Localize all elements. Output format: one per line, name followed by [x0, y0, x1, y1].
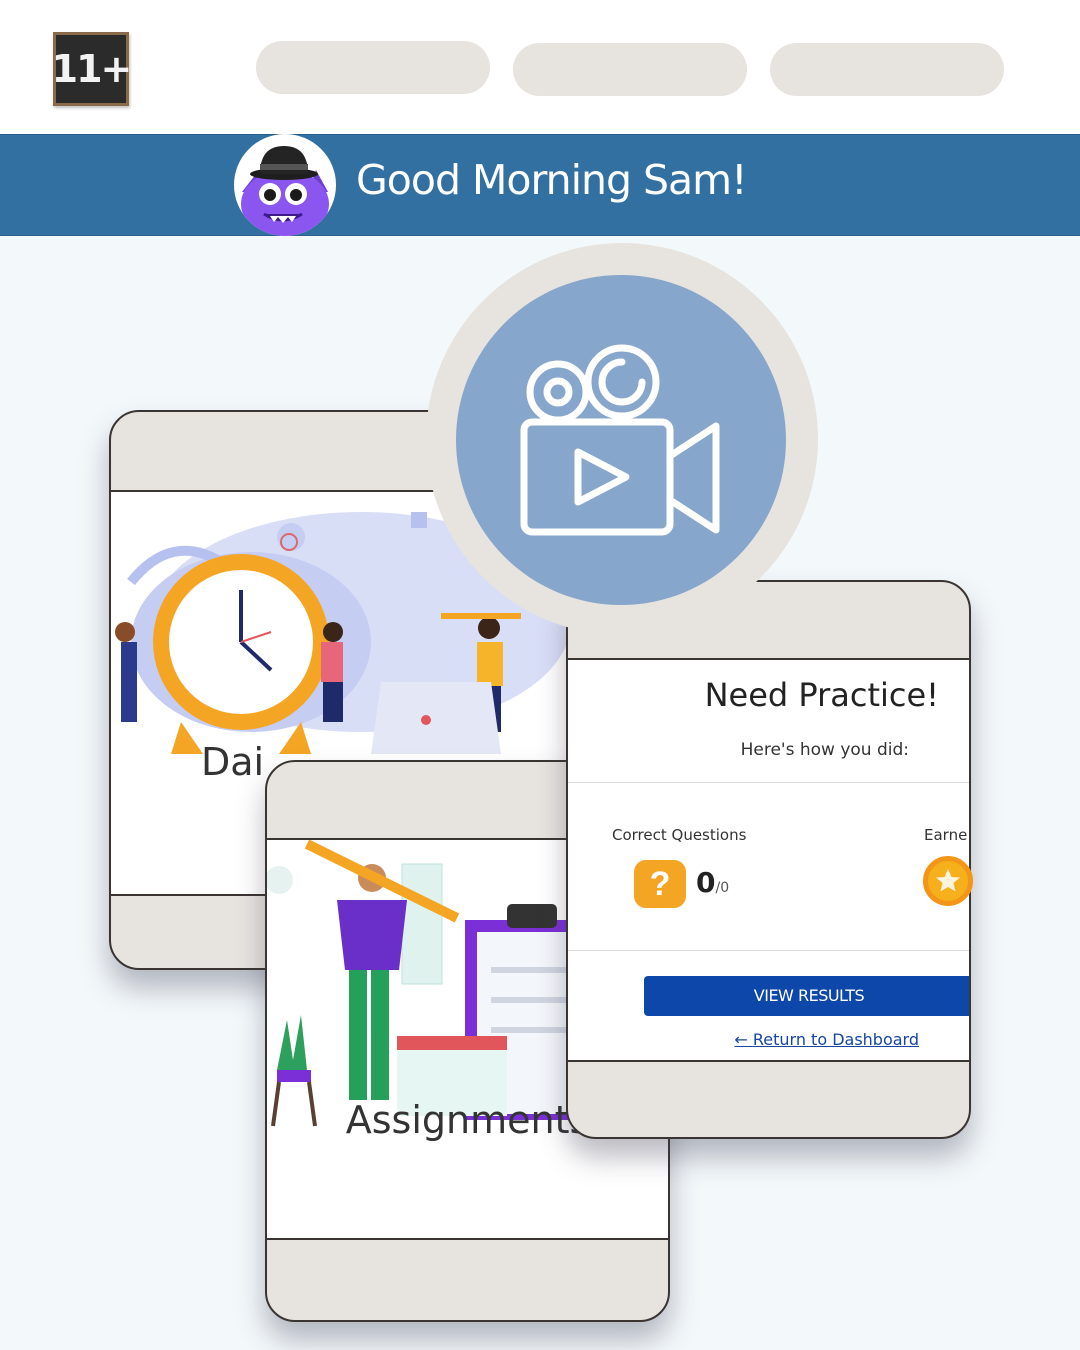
logo[interactable]: 11+: [52, 32, 132, 106]
view-results-button[interactable]: VIEW RESULTS: [644, 976, 969, 1016]
nav-pill-3[interactable]: [770, 43, 1004, 96]
earned-label: Earne: [924, 826, 968, 844]
score-value: 0/0: [696, 866, 730, 899]
results-card-content: Need Practice! Here's how you did: Corre…: [568, 658, 969, 1062]
correct-questions-label: Correct Questions: [612, 826, 747, 844]
greeting-text: Good Morning Sam!: [356, 156, 748, 204]
results-card: Need Practice! Here's how you did: Corre…: [566, 580, 971, 1139]
video-camera-icon: [520, 344, 720, 536]
top-bar: 11+: [0, 0, 1080, 134]
results-divider-bottom: [568, 950, 969, 951]
monster-avatar-icon: [241, 146, 329, 236]
question-mark-icon: ?: [634, 860, 686, 908]
nav-pill-1[interactable]: [256, 41, 490, 94]
star-coin-icon: [923, 856, 973, 906]
avatar[interactable]: [234, 134, 336, 236]
daily-card-label: Dai: [201, 740, 265, 784]
results-divider-top: [568, 782, 969, 783]
results-title: Need Practice!: [704, 676, 939, 714]
nav-pill-2[interactable]: [513, 43, 747, 96]
results-subtitle: Here's how you did:: [740, 740, 909, 760]
return-to-dashboard-link[interactable]: ← Return to Dashboard: [568, 1030, 919, 1049]
star-icon: [936, 869, 960, 892]
arrow-left-icon: ←: [734, 1030, 753, 1049]
